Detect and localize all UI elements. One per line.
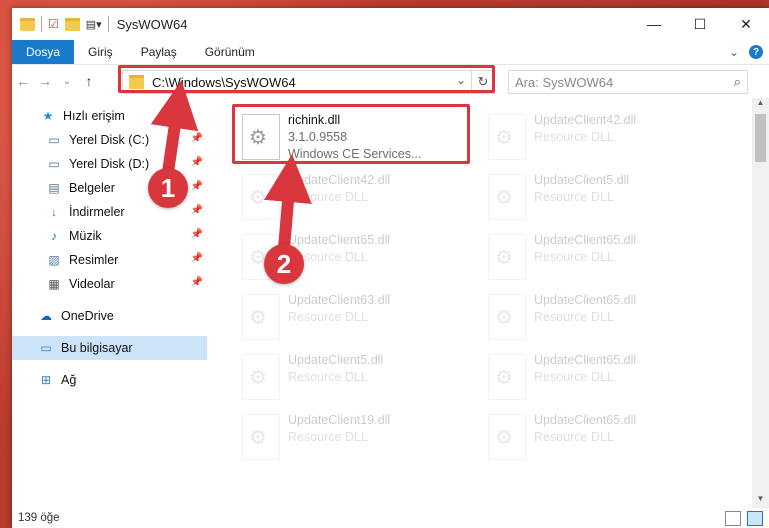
callout-badge-1: 1 [148,168,188,208]
callout-badge-2: 2 [264,244,304,284]
annotation-arrows [150,80,312,249]
arrow-to-file [264,154,312,249]
arrow-to-address [150,80,199,173]
